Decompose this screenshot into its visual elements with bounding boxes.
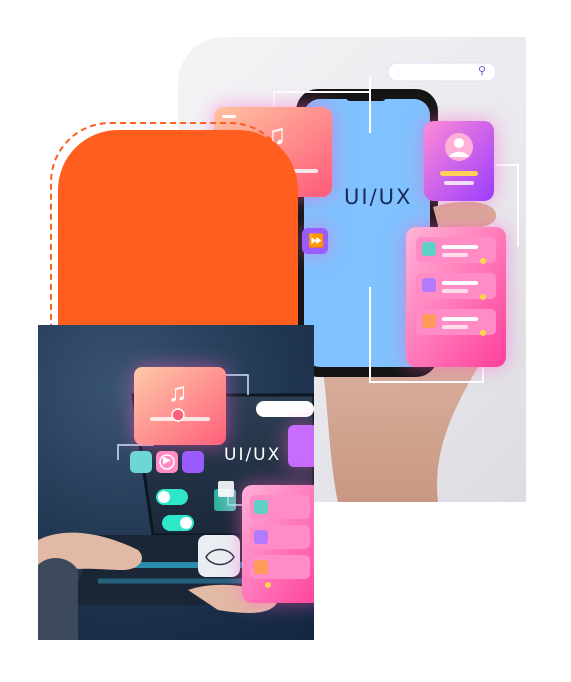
laptop-screen-text: UI/UX bbox=[224, 445, 282, 465]
laptop-illustration bbox=[38, 367, 314, 640]
search-icon: ⚲ bbox=[478, 65, 487, 77]
music-note-icon: ♫ bbox=[168, 377, 188, 407]
orange-accent-shape bbox=[58, 130, 298, 340]
fast-forward-icon: ⏩ bbox=[308, 233, 325, 248]
phone-screen-text: UI/UX bbox=[344, 185, 413, 209]
laptop-ui-ux-photo: UI/UX ♫ ▶ bbox=[38, 325, 314, 640]
play-icon: ▶ bbox=[163, 455, 171, 466]
